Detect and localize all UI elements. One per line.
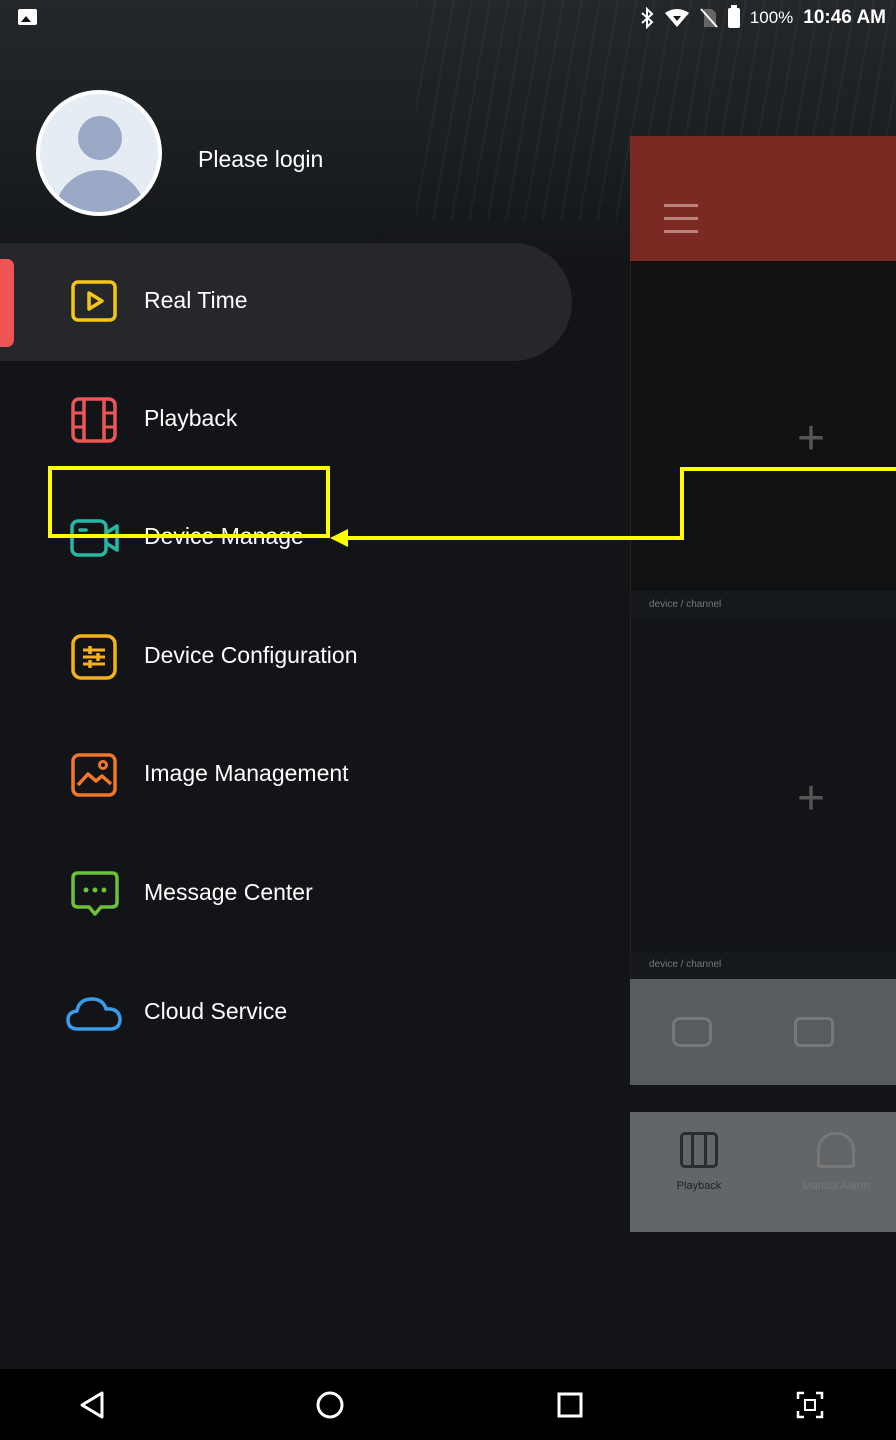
cell-caption: device / channel bbox=[631, 591, 896, 619]
snapshot-icon[interactable] bbox=[672, 1017, 712, 1047]
alarm-icon bbox=[817, 1132, 855, 1168]
battery-icon bbox=[727, 5, 740, 28]
clock: 10:46 AM bbox=[803, 7, 886, 28]
menu-item-cloud-service[interactable]: Cloud Service bbox=[0, 954, 572, 1072]
home-icon[interactable] bbox=[310, 1385, 350, 1425]
wifi-icon bbox=[664, 9, 689, 27]
screenshot-icon[interactable] bbox=[790, 1385, 830, 1425]
play-icon bbox=[71, 280, 117, 322]
menu-item-label: Image Management bbox=[144, 760, 349, 786]
menu-item-real-time[interactable]: Real Time bbox=[0, 243, 572, 361]
cloud-icon bbox=[66, 997, 122, 1031]
menu-item-device-configuration[interactable]: Device Configuration bbox=[0, 598, 572, 716]
gallery-icon bbox=[18, 9, 37, 25]
menu-item-label: Cloud Service bbox=[144, 998, 288, 1024]
tab-label: Manual Alarm bbox=[802, 1180, 870, 1192]
menu-item-image-management[interactable]: Image Management bbox=[0, 716, 572, 834]
menu-item-label: Device Configuration bbox=[144, 642, 358, 668]
recents-icon[interactable] bbox=[550, 1385, 590, 1425]
status-bar: 100% 10:46 AM bbox=[0, 0, 896, 36]
login-link[interactable]: Please login bbox=[198, 146, 323, 173]
highlight-box bbox=[48, 466, 330, 538]
no-sim-icon bbox=[700, 8, 718, 28]
battery-percent: 100% bbox=[749, 8, 794, 27]
bluetooth-icon bbox=[641, 7, 654, 29]
navigation-drawer: Please login Real Time Playback Device M… bbox=[0, 36, 630, 1369]
record-icon[interactable] bbox=[794, 1017, 834, 1047]
tab-manual-alarm[interactable]: Manual Alarm bbox=[781, 1132, 891, 1192]
active-indicator bbox=[0, 259, 14, 347]
message-icon bbox=[71, 871, 119, 916]
tab-label: Playback bbox=[676, 1180, 722, 1192]
add-channel-icon[interactable]: + bbox=[793, 775, 829, 823]
background-tab-bar: Playback Manual Alarm bbox=[630, 1112, 896, 1232]
background-app: + device / channel + device / channel Pl… bbox=[630, 136, 896, 1232]
menu-item-label: Playback bbox=[144, 405, 238, 431]
menu-item-message-center[interactable]: Message Center bbox=[0, 835, 572, 953]
menu-item-label: Real Time bbox=[144, 287, 248, 313]
system-nav-bar bbox=[0, 1369, 896, 1440]
cell-caption: device / channel bbox=[631, 951, 896, 979]
video-cell-2[interactable]: + device / channel bbox=[630, 619, 896, 979]
video-toolbar bbox=[630, 979, 896, 1085]
tab-playback[interactable]: Playback bbox=[644, 1132, 754, 1192]
image-icon bbox=[71, 753, 117, 797]
film-icon bbox=[680, 1132, 718, 1168]
callout-arrow bbox=[330, 467, 896, 547]
video-cell-1[interactable]: + device / channel bbox=[630, 261, 896, 619]
sliders-icon bbox=[71, 634, 117, 680]
add-channel-icon[interactable]: + bbox=[793, 415, 829, 463]
back-icon[interactable] bbox=[72, 1385, 112, 1425]
avatar[interactable] bbox=[36, 90, 162, 216]
film-icon bbox=[71, 397, 117, 443]
background-app-header bbox=[630, 136, 896, 261]
hamburger-menu-icon[interactable] bbox=[664, 204, 698, 234]
menu-item-label: Message Center bbox=[144, 879, 313, 905]
